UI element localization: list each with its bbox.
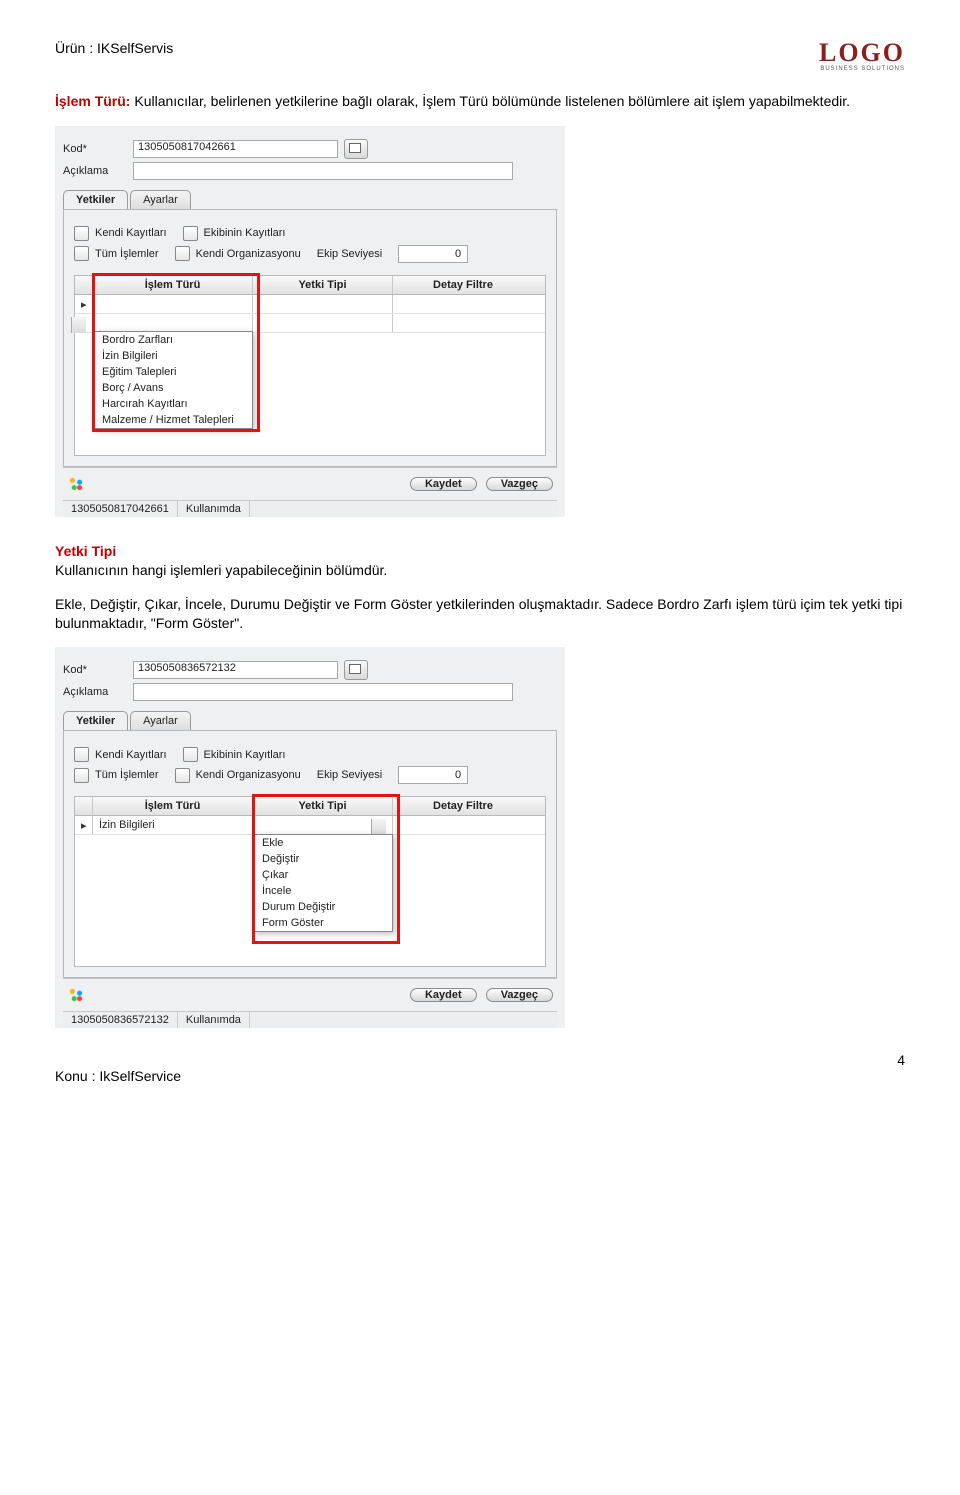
chk-kendi-org[interactable]: Kendi Organizasyonu <box>175 768 301 783</box>
yetki-tipi-dropdown[interactable]: EkleDeğiştirÇıkarİnceleDurum DeğiştirFor… <box>253 834 393 932</box>
dropdown-item[interactable]: Borç / Avans <box>94 380 252 396</box>
cancel-button[interactable]: Vazgeç <box>486 988 553 1002</box>
tab-yetkiler[interactable]: Yetkiler <box>63 711 128 730</box>
chk-kendi-org[interactable]: Kendi Organizasyonu <box>175 246 301 261</box>
logo-subtext: BUSINESS SOLUTIONS <box>819 66 905 72</box>
dropdown-item[interactable]: İncele <box>254 883 392 899</box>
colors-icon[interactable] <box>67 986 85 1004</box>
yetki-tipi-heading: Yetki Tipi <box>55 543 116 559</box>
kod-label: Kod* <box>63 664 133 676</box>
checkbox-icon <box>183 226 198 241</box>
page-header: Ürün : IKSelfServis LOGO BUSINESS SOLUTI… <box>55 40 905 72</box>
status-bar: 1305050836572132 Kullanımda <box>63 1011 557 1028</box>
detay-filtre-cell[interactable] <box>393 295 533 313</box>
colors-icon[interactable] <box>67 475 85 493</box>
col-islem-turu[interactable]: İşlem Türü <box>93 797 253 815</box>
footer-topic: Konu : IkSelfService <box>55 1068 181 1084</box>
yetki-tipi-cell[interactable] <box>253 816 393 834</box>
checkbox-icon <box>175 768 190 783</box>
status-code: 1305050836572132 <box>63 1012 178 1028</box>
permissions-grid: İşlem Türü Yetki Tipi Detay Filtre ▸ <box>74 275 546 456</box>
checkbox-icon <box>74 246 89 261</box>
row-marker-header <box>75 276 93 294</box>
permissions-grid: İşlem Türü Yetki Tipi Detay Filtre ▸ İzi… <box>74 796 546 967</box>
screenshot-1: Kod* 1305050817042661 Açıklama Yetkiler … <box>55 126 905 517</box>
aciklama-label: Açıklama <box>63 165 133 177</box>
dropdown-item[interactable]: Bordro Zarfları <box>94 332 252 348</box>
chk-tum-islemler[interactable]: Tüm İşlemler <box>74 768 159 783</box>
col-detay-filtre[interactable]: Detay Filtre <box>393 276 533 294</box>
dropdown-item[interactable]: Ekle <box>254 835 392 851</box>
col-yetki-tipi[interactable]: Yetki Tipi <box>253 797 393 815</box>
save-button[interactable]: Kaydet <box>410 477 477 491</box>
checkbox-icon <box>74 768 89 783</box>
tab-ayarlar[interactable]: Ayarlar <box>130 190 191 209</box>
aciklama-input[interactable] <box>133 162 513 180</box>
ekip-seviyesi-input[interactable]: 0 <box>398 245 468 263</box>
page-number: 4 <box>897 1052 905 1068</box>
row-marker: ▸ <box>75 816 93 834</box>
aciklama-label: Açıklama <box>63 686 133 698</box>
status-code: 1305050817042661 <box>63 501 178 517</box>
yetki-tipi-line: Kullanıcının hangi işlemleri yapabileceğ… <box>55 562 387 578</box>
dropdown-item[interactable]: Harcırah Kayıtları <box>94 396 252 412</box>
chk-ekibinin-kayitlari[interactable]: Ekibinin Kayıtları <box>183 747 286 762</box>
detay-filtre-cell[interactable] <box>393 816 533 834</box>
tabs: Yetkiler Ayarlar <box>63 190 557 209</box>
save-button[interactable]: Kaydet <box>410 988 477 1002</box>
ekip-seviyesi-input[interactable]: 0 <box>398 766 468 784</box>
cancel-button[interactable]: Vazgeç <box>486 477 553 491</box>
dropdown-item[interactable]: Malzeme / Hizmet Talepleri <box>94 412 252 428</box>
islem-turu-cell[interactable]: İzin Bilgileri <box>93 816 253 834</box>
ekip-seviyesi-label: Ekip Seviyesi <box>317 248 382 260</box>
dropdown-item[interactable]: Form Göster <box>254 915 392 931</box>
dropdown-item[interactable]: Çıkar <box>254 867 392 883</box>
chevron-down-icon[interactable] <box>71 317 86 333</box>
page-footer: 4 Konu : IkSelfService <box>55 1068 905 1084</box>
dropdown-item[interactable]: Durum Değiştir <box>254 899 392 915</box>
intro-rest: Kullanıcılar, belirlenen yetkilerine bağ… <box>130 93 850 109</box>
row-marker: ▸ <box>75 295 93 313</box>
status-bar: 1305050817042661 Kullanımda <box>63 500 557 517</box>
yetki-tipi-paragraph: Ekle, Değiştir, Çıkar, İncele, Durumu De… <box>55 595 905 633</box>
screenshot-2: Kod* 1305050836572132 Açıklama Yetkiler … <box>55 647 905 1028</box>
chk-kendi-kayitlari[interactable]: Kendi Kayıtları <box>74 747 167 762</box>
aciklama-input[interactable] <box>133 683 513 701</box>
dropdown-item[interactable]: Eğitim Talepleri <box>94 364 252 380</box>
tab-yetkiler[interactable]: Yetkiler <box>63 190 128 209</box>
ekip-seviyesi-label: Ekip Seviyesi <box>317 769 382 781</box>
chk-tum-islemler[interactable]: Tüm İşlemler <box>74 246 159 261</box>
kod-input[interactable]: 1305050817042661 <box>133 140 338 158</box>
checkbox-icon <box>175 246 190 261</box>
kod-picker-button[interactable] <box>344 139 368 159</box>
dropdown-item[interactable]: İzin Bilgileri <box>94 348 252 364</box>
checkbox-icon <box>74 226 89 241</box>
status-text: Kullanımda <box>178 501 250 517</box>
yetki-tipi-cell[interactable] <box>253 295 393 313</box>
col-yetki-tipi[interactable]: Yetki Tipi <box>253 276 393 294</box>
tab-ayarlar[interactable]: Ayarlar <box>130 711 191 730</box>
product-line: Ürün : IKSelfServis <box>55 40 173 56</box>
checkbox-icon <box>74 747 89 762</box>
islem-turu-cell[interactable] <box>93 295 253 313</box>
checkbox-icon <box>183 747 198 762</box>
col-detay-filtre[interactable]: Detay Filtre <box>393 797 533 815</box>
islem-turu-dropdown[interactable]: Bordro Zarflarıİzin BilgileriEğitim Tale… <box>93 331 253 429</box>
kod-picker-button[interactable] <box>344 660 368 680</box>
col-islem-turu[interactable]: İşlem Türü <box>93 276 253 294</box>
brand-logo: LOGO BUSINESS SOLUTIONS <box>819 40 905 72</box>
status-text: Kullanımda <box>178 1012 250 1028</box>
kod-input[interactable]: 1305050836572132 <box>133 661 338 679</box>
row-marker[interactable] <box>75 314 93 332</box>
yetki-tipi-section: Yetki Tipi Kullanıcının hangi işlemleri … <box>55 542 905 580</box>
chk-kendi-kayitlari[interactable]: Kendi Kayıtları <box>74 226 167 241</box>
logo-text: LOGO <box>819 38 905 67</box>
intro-lead: İşlem Türü: <box>55 93 130 109</box>
intro-paragraph: İşlem Türü: Kullanıcılar, belirlenen yet… <box>55 92 905 111</box>
kod-label: Kod* <box>63 143 133 155</box>
chevron-down-icon[interactable] <box>371 819 386 835</box>
chk-ekibinin-kayitlari[interactable]: Ekibinin Kayıtları <box>183 226 286 241</box>
dropdown-item[interactable]: Değiştir <box>254 851 392 867</box>
